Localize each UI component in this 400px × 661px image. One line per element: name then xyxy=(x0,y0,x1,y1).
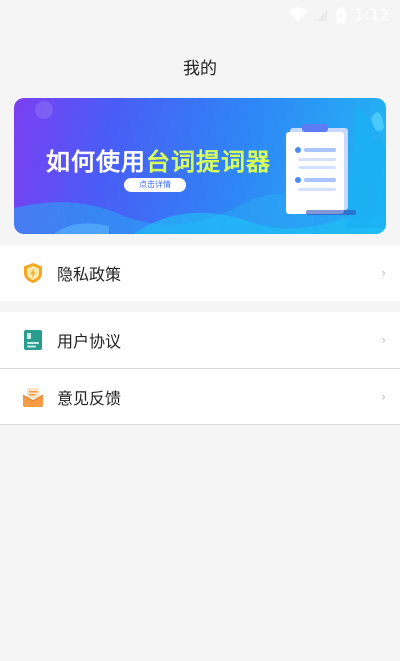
banner-title: 如何使用台词提词器 xyxy=(46,142,271,177)
chevron-right-icon: › xyxy=(381,333,386,347)
mail-icon xyxy=(22,387,44,407)
menu-item-label: 意见反馈 xyxy=(57,388,122,408)
menu-item-agreement[interactable]: 用户协议 › xyxy=(0,312,400,368)
status-bar: 1:12 xyxy=(0,0,400,30)
clipboard-illustration xyxy=(286,108,386,228)
shield-icon xyxy=(24,263,42,283)
document-icon xyxy=(24,330,42,350)
menu-group-privacy: 隐私政策 › xyxy=(0,245,400,301)
menu-item-privacy[interactable]: 隐私政策 › xyxy=(0,245,400,301)
banner-title-prefix: 如何使用 xyxy=(46,148,146,176)
tutorial-banner[interactable]: 如何使用台词提词器 点击详情 xyxy=(14,98,386,234)
menu-group-other: 用户协议 › 意见反馈 › xyxy=(0,312,400,425)
banner-title-highlight: 台词提词器 xyxy=(146,148,271,176)
chevron-right-icon: › xyxy=(381,389,386,404)
page-title: 我的 xyxy=(183,59,217,79)
clock: 1:12 xyxy=(354,6,390,24)
menu-item-feedback[interactable]: 意见反馈 › xyxy=(0,368,400,424)
chevron-right-icon: › xyxy=(381,266,386,280)
menu-item-label: 用户协议 xyxy=(57,332,122,351)
banner-details-button[interactable]: 点击详情 xyxy=(124,178,186,192)
battery-icon xyxy=(336,6,346,23)
menu-item-label: 隐私政策 xyxy=(57,265,122,284)
wifi-icon xyxy=(288,7,308,22)
signal-icon xyxy=(317,9,328,21)
